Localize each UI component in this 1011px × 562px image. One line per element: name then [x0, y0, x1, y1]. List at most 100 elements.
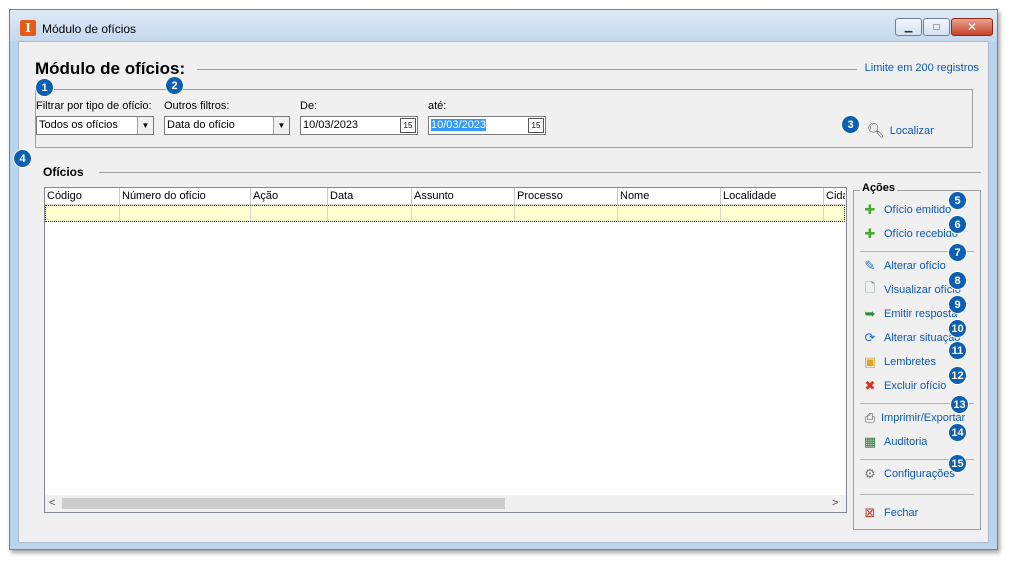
annotation-badge: 3 — [841, 115, 860, 134]
table-cell[interactable] — [120, 206, 251, 221]
printer-icon: ⎙ — [864, 410, 876, 425]
annotation-badge: 10 — [948, 319, 967, 338]
calendar-icon[interactable]: 15 — [528, 118, 544, 133]
type-filter-label: Filtrar por tipo de ofício: — [36, 100, 152, 112]
horizontal-scrollbar[interactable]: < > — [45, 495, 846, 512]
action-close[interactable]: ⊠ Fechar — [862, 505, 919, 521]
column-header[interactable]: Localidade — [721, 188, 824, 205]
column-header[interactable]: Número do ofício — [120, 188, 251, 205]
maximize-button[interactable]: □ — [923, 18, 950, 36]
page-title: Módulo de ofícios: — [35, 59, 186, 78]
table-cell[interactable] — [515, 206, 618, 221]
action-received-letter[interactable]: ✚ Ofício recebido — [862, 226, 958, 242]
chevron-down-icon[interactable]: ▼ — [273, 117, 289, 134]
grid-divider — [99, 172, 981, 173]
scroll-right-icon[interactable]: > — [832, 497, 838, 509]
plus-icon: ✚ — [864, 226, 876, 241]
calendar-icon: ▦ — [863, 434, 877, 449]
table-cell[interactable] — [412, 206, 515, 221]
action-label: Ofício recebido — [884, 228, 958, 240]
action-label: Excluir ofício — [884, 380, 947, 392]
actions-title: Ações — [860, 182, 898, 194]
refresh-icon: ⟳ — [864, 330, 876, 345]
type-filter-value: Todos os ofícios — [39, 119, 118, 131]
table-row[interactable] — [45, 205, 845, 222]
close-button[interactable]: ✕ — [951, 18, 993, 36]
note-icon: ▣ — [863, 354, 877, 369]
table-cell[interactable] — [328, 206, 412, 221]
search-icon: 🔍︎ — [867, 122, 885, 138]
scrollbar-thumb[interactable] — [62, 498, 505, 509]
annotation-badge: 1 — [35, 78, 54, 97]
filter-panel: Filtrar por tipo de ofício: Todos os ofí… — [35, 89, 973, 148]
app-logo-icon: I — [20, 20, 36, 36]
action-view-letter[interactable]: 🗋 Visualizar ofício — [862, 280, 961, 298]
column-header[interactable]: Nome — [618, 188, 721, 205]
column-header[interactable]: Cida — [824, 188, 845, 205]
window-title: Módulo de ofícios — [42, 22, 137, 36]
column-header[interactable]: Ação — [251, 188, 328, 205]
annotation-badge: 6 — [948, 215, 967, 234]
annotation-badge: 14 — [948, 423, 967, 442]
annotation-badge: 15 — [948, 454, 967, 473]
delete-icon: ✖ — [864, 378, 876, 393]
from-date-value: 10/03/2023 — [303, 119, 359, 131]
actions-panel: ✚ Ofício emitido ✚ Ofício recebido ✎ Alt… — [853, 190, 981, 530]
action-reply[interactable]: ➥ Emitir resposta — [862, 306, 958, 322]
to-date-field[interactable]: 10/03/2023 15 — [428, 116, 546, 135]
actions-separator — [860, 494, 974, 495]
action-change-status[interactable]: ⟳ Alterar situação — [862, 330, 961, 346]
from-date-label: De: — [300, 100, 318, 112]
action-delete-letter[interactable]: ✖ Excluir ofício — [862, 378, 947, 394]
scroll-left-icon[interactable]: < — [49, 497, 55, 509]
action-sent-letter[interactable]: ✚ Ofício emitido — [862, 202, 952, 218]
action-label: Ofício emitido — [884, 204, 952, 216]
find-button[interactable]: 🔍︎ Localizar — [867, 122, 934, 139]
table-cell[interactable] — [618, 206, 721, 221]
gear-icon: ⚙ — [864, 466, 876, 481]
table-cell[interactable] — [721, 206, 824, 221]
document-icon: 🗋 — [864, 280, 876, 295]
action-label: Auditoria — [884, 436, 928, 448]
to-date-label: até: — [428, 100, 447, 112]
action-reminders[interactable]: ▣ Lembretes — [862, 354, 936, 370]
table-cell[interactable] — [251, 206, 328, 221]
action-label: Configurações — [884, 468, 955, 480]
other-filter-select[interactable]: Data do ofício ▼ — [164, 116, 290, 135]
annotation-badge: 5 — [948, 191, 967, 210]
close-window-icon: ⊠ — [864, 505, 876, 520]
action-label: Alterar ofício — [884, 260, 946, 272]
records-grid[interactable]: Código Número do ofício Ação Data Assunt… — [44, 187, 847, 513]
limit-label: Limite em 200 registros — [864, 62, 979, 74]
heading-divider — [197, 69, 857, 70]
app-window: I Módulo de ofícios ▁ □ ✕ Módulo de ofíc… — [9, 9, 998, 550]
title-bar[interactable]: I Módulo de ofícios ▁ □ ✕ — [10, 10, 997, 41]
column-header[interactable]: Código — [45, 188, 120, 205]
chevron-down-icon[interactable]: ▼ — [137, 117, 153, 134]
other-filter-value: Data do ofício — [167, 119, 235, 131]
action-label: Lembretes — [884, 356, 936, 368]
annotation-badge: 9 — [948, 295, 967, 314]
other-filter-label: Outros filtros: — [164, 100, 230, 112]
action-label: Fechar — [884, 507, 919, 519]
column-header[interactable]: Processo — [515, 188, 618, 205]
find-label: Localizar — [889, 124, 934, 137]
action-label: Imprimir/Exportar — [881, 412, 966, 424]
calendar-icon[interactable]: 15 — [400, 118, 416, 133]
annotation-badge: 12 — [948, 366, 967, 385]
table-cell[interactable] — [46, 206, 120, 221]
annotation-badge: 7 — [948, 243, 967, 262]
column-header[interactable]: Data — [328, 188, 412, 205]
type-filter-select[interactable]: Todos os ofícios ▼ — [36, 116, 154, 135]
annotation-badge: 4 — [13, 149, 32, 168]
to-date-value: 10/03/2023 — [431, 119, 487, 131]
action-print-export[interactable]: ⎙ Imprimir/Exportar — [862, 410, 966, 426]
action-audit[interactable]: ▦ Auditoria — [862, 434, 928, 450]
grid-title: Ofícios — [43, 165, 84, 179]
action-edit-letter[interactable]: ✎ Alterar ofício — [862, 258, 946, 274]
action-settings[interactable]: ⚙ Configurações — [862, 466, 955, 482]
reply-icon: ➥ — [864, 306, 876, 321]
from-date-field[interactable]: 10/03/2023 15 — [300, 116, 418, 135]
column-header[interactable]: Assunto — [412, 188, 515, 205]
minimize-button[interactable]: ▁ — [895, 18, 922, 36]
